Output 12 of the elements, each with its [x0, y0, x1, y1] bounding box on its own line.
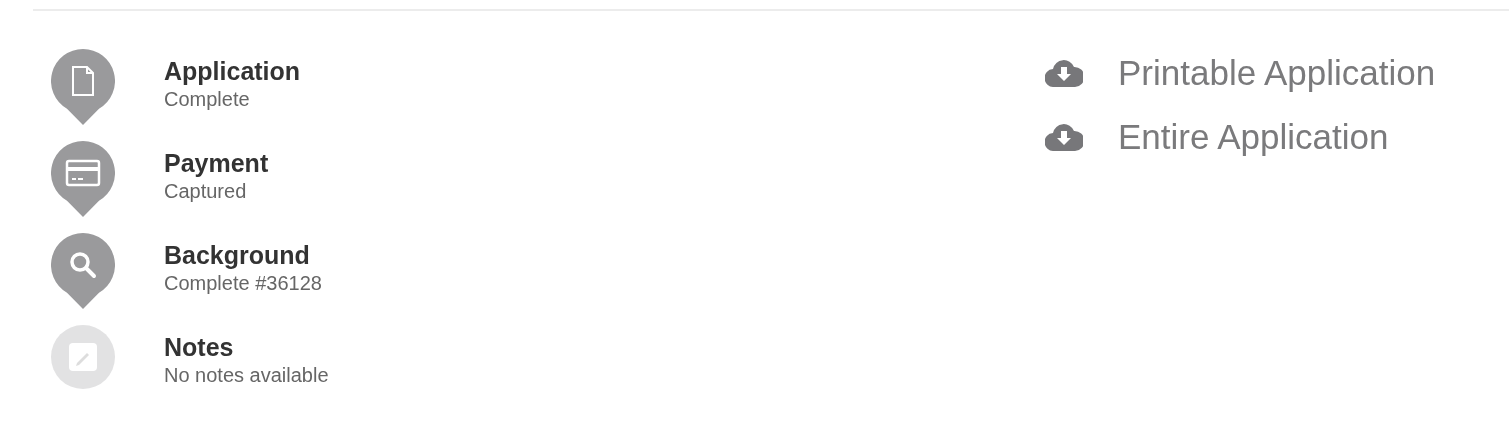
download-link[interactable]: Printable Application	[1118, 51, 1436, 95]
step-title: Background	[164, 240, 311, 270]
step-title: Application	[164, 56, 301, 86]
download-link[interactable]: Entire Application	[1118, 115, 1389, 159]
step-title: Payment	[164, 148, 269, 178]
step-title: Notes	[164, 332, 235, 362]
cloud-download-icon[interactable]	[1045, 123, 1083, 151]
step-status: Captured	[164, 179, 248, 204]
step-status: Complete	[164, 87, 251, 112]
step-status: Complete #36128	[164, 271, 322, 296]
cloud-download-icon[interactable]	[1045, 59, 1083, 87]
step-status: No notes available	[164, 363, 329, 388]
